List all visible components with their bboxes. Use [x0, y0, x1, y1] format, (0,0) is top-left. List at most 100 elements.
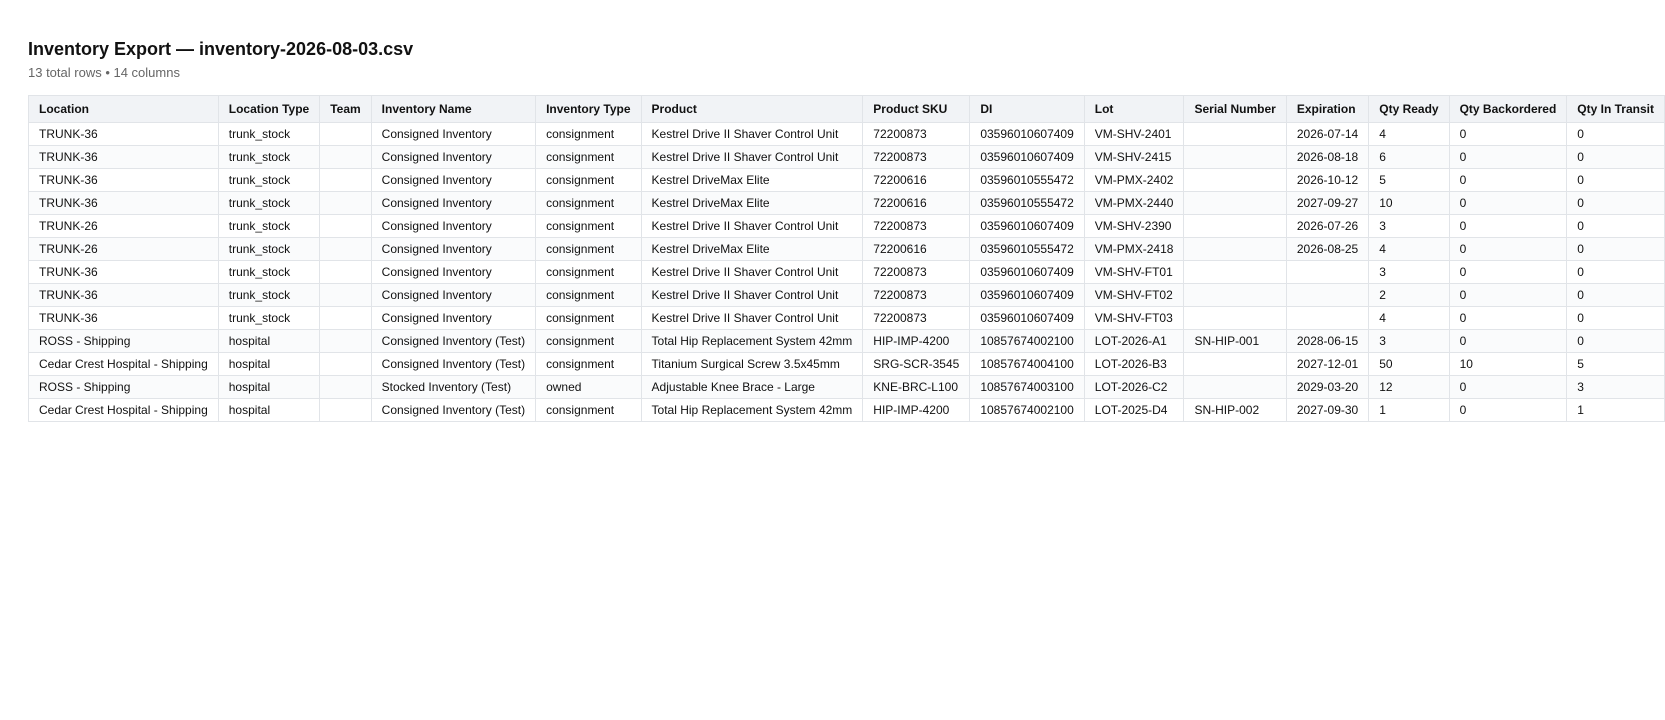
table-cell: 72200616	[862, 237, 971, 261]
table-cell: consignment	[535, 237, 642, 261]
table-cell: 72200616	[862, 168, 971, 192]
table-cell: 2026-10-12	[1285, 168, 1370, 192]
column-header: Product	[640, 95, 864, 123]
table-cell: Consigned Inventory (Test)	[370, 352, 537, 376]
table-cell: hospital	[217, 329, 321, 353]
table-cell: Consigned Inventory	[370, 260, 537, 284]
table-cell	[1183, 168, 1287, 192]
table-cell: TRUNK-36	[28, 260, 219, 284]
table-cell: hospital	[217, 352, 321, 376]
table-cell: 03596010607409	[969, 260, 1085, 284]
table-cell	[319, 375, 372, 399]
table-cell: 5	[1368, 168, 1450, 192]
table-cell: hospital	[217, 398, 321, 422]
column-header: Inventory Name	[370, 95, 537, 123]
table-cell: consignment	[535, 145, 642, 169]
table-cell: 0	[1566, 145, 1665, 169]
table-cell: consignment	[535, 283, 642, 307]
table-cell: TRUNK-26	[28, 214, 219, 238]
table-cell: 0	[1448, 168, 1568, 192]
table-cell: 12	[1368, 375, 1450, 399]
table-cell: consignment	[535, 306, 642, 330]
column-header: Inventory Type	[535, 95, 642, 123]
table-cell: Consigned Inventory	[370, 145, 537, 169]
table-cell: 2027-12-01	[1285, 352, 1370, 376]
table-cell	[319, 398, 372, 422]
table-cell	[319, 306, 372, 330]
table-cell: 72200873	[862, 306, 971, 330]
table-cell: HIP-IMP-4200	[862, 329, 971, 353]
table-cell: 0	[1448, 260, 1568, 284]
table-cell	[1183, 352, 1287, 376]
table-row: Cedar Crest Hospital - Shipping hospital C…	[28, 352, 1665, 376]
table-cell: 0	[1566, 260, 1665, 284]
table-cell: 1	[1566, 398, 1665, 422]
table-row: Cedar Crest Hospital - Shipping hospital C…	[28, 398, 1665, 422]
table-cell	[1183, 122, 1287, 146]
table-cell: Kestrel DriveMax Elite	[640, 237, 864, 261]
table-cell: Kestrel Drive II Shaver Control Unit	[640, 283, 864, 307]
table-cell	[319, 352, 372, 376]
table-cell	[319, 168, 372, 192]
table-cell: LOT-2026-A1	[1083, 329, 1185, 353]
table-cell: 10857674004100	[969, 352, 1085, 376]
column-header: Expiration	[1285, 95, 1370, 123]
table-cell: 03596010555472	[969, 168, 1085, 192]
table-cell: 2028-06-15	[1285, 329, 1370, 353]
table-cell: trunk_stock	[217, 283, 321, 307]
table-cell	[319, 145, 372, 169]
table-cell: trunk_stock	[217, 260, 321, 284]
table-cell: Kestrel Drive II Shaver Control Unit	[640, 214, 864, 238]
table-cell: 03596010555472	[969, 191, 1085, 215]
table-cell: 0	[1566, 283, 1665, 307]
table-cell: 0	[1448, 191, 1568, 215]
table-cell: Kestrel DriveMax Elite	[640, 191, 864, 215]
table-cell: Kestrel DriveMax Elite	[640, 168, 864, 192]
table-cell: 0	[1448, 306, 1568, 330]
table-cell	[1183, 145, 1287, 169]
table-cell: 4	[1368, 237, 1450, 261]
table-cell: 4	[1368, 306, 1450, 330]
table-cell: VM-SHV-2415	[1083, 145, 1185, 169]
table-cell: 2027-09-30	[1285, 398, 1370, 422]
table-cell	[1183, 260, 1287, 284]
table-cell: 72200873	[862, 283, 971, 307]
column-header: Qty Ready	[1368, 95, 1450, 123]
table-cell: consignment	[535, 260, 642, 284]
table-cell: LOT-2026-C2	[1083, 375, 1185, 399]
table-cell: ROSS - Shipping	[28, 329, 219, 353]
table-row: TRUNK-36 trunk_stock Consigned Inventory co…	[28, 122, 1665, 146]
table-cell: trunk_stock	[217, 191, 321, 215]
table-cell: Kestrel Drive II Shaver Control Unit	[640, 122, 864, 146]
table-cell: 0	[1448, 375, 1568, 399]
table-cell: VM-SHV-FT03	[1083, 306, 1185, 330]
table-cell: 3	[1368, 260, 1450, 284]
table-cell	[1285, 306, 1370, 330]
column-header: Lot	[1083, 95, 1185, 123]
table-cell: Adjustable Knee Brace - Large	[640, 375, 864, 399]
table-cell: VM-PMX-2402	[1083, 168, 1185, 192]
table-cell: 0	[1448, 283, 1568, 307]
table-cell: 10857674002100	[969, 398, 1085, 422]
table-cell: 0	[1566, 329, 1665, 353]
table-cell	[319, 214, 372, 238]
table-body: TRUNK-36 trunk_stock Consigned Inventory co…	[28, 122, 1665, 422]
table-cell	[319, 237, 372, 261]
table-cell: 72200873	[862, 260, 971, 284]
table-cell: VM-SHV-2401	[1083, 122, 1185, 146]
table-cell: 03596010555472	[969, 237, 1085, 261]
table-cell: 2026-08-25	[1285, 237, 1370, 261]
table-cell: Consigned Inventory	[370, 214, 537, 238]
table-cell: Total Hip Replacement System 42mm	[640, 398, 864, 422]
table-cell: 2	[1368, 283, 1450, 307]
table-cell: KNE-BRC-L100	[862, 375, 971, 399]
table-cell: 0	[1448, 237, 1568, 261]
table-cell	[1183, 237, 1287, 261]
table-cell: trunk_stock	[217, 168, 321, 192]
table-cell: 0	[1448, 122, 1568, 146]
table-cell: Kestrel Drive II Shaver Control Unit	[640, 306, 864, 330]
table-cell: Consigned Inventory	[370, 283, 537, 307]
table-cell: Consigned Inventory	[370, 237, 537, 261]
table-cell: consignment	[535, 329, 642, 353]
table-cell: Consigned Inventory	[370, 168, 537, 192]
